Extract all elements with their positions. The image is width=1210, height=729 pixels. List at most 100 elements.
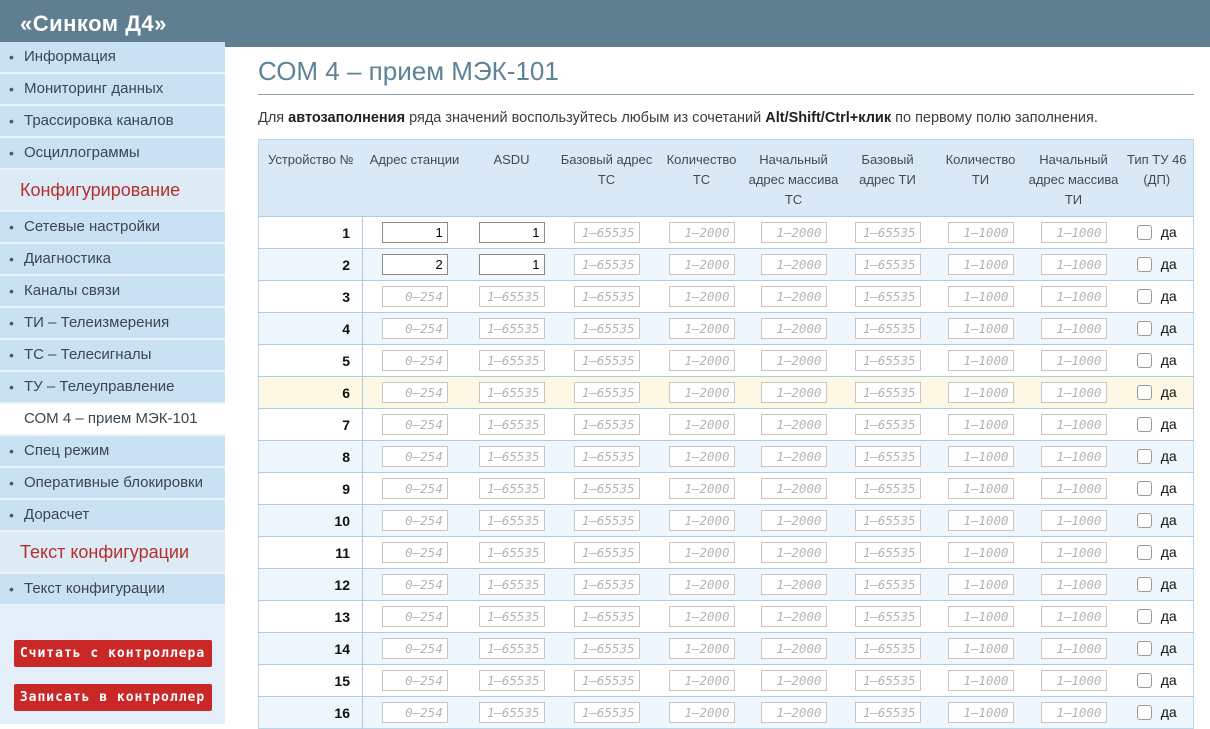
ts-array-start-input[interactable]	[760, 382, 827, 404]
ts-base-address-input[interactable]	[573, 350, 640, 372]
sidebar-item[interactable]: ТИ – Телеизмерения	[0, 308, 225, 340]
tu-type-checkbox[interactable]	[1136, 384, 1152, 400]
ti-base-address-input[interactable]	[854, 606, 921, 628]
ts-base-address-input[interactable]	[573, 542, 640, 564]
ts-count-input[interactable]	[668, 702, 735, 724]
ts-base-address-input[interactable]	[573, 574, 640, 596]
ti-base-address-input[interactable]	[854, 702, 921, 724]
ts-base-address-input[interactable]	[573, 382, 640, 404]
sidebar-item[interactable]: Оперативные блокировки	[0, 468, 225, 500]
station-address-input[interactable]	[381, 254, 448, 276]
ti-array-start-input[interactable]	[1040, 286, 1107, 308]
ti-base-address-input[interactable]	[854, 638, 921, 660]
ti-count-input[interactable]	[947, 478, 1014, 500]
asdu-input[interactable]	[478, 254, 545, 276]
ts-count-input[interactable]	[668, 414, 735, 436]
ts-array-start-input[interactable]	[760, 606, 827, 628]
ts-base-address-input[interactable]	[573, 254, 640, 276]
ts-array-start-input[interactable]	[760, 222, 827, 244]
station-address-input[interactable]	[381, 702, 448, 724]
ts-base-address-input[interactable]	[573, 446, 640, 468]
ti-count-input[interactable]	[947, 222, 1014, 244]
ts-array-start-input[interactable]	[760, 286, 827, 308]
ts-array-start-input[interactable]	[760, 638, 827, 660]
station-address-input[interactable]	[381, 510, 448, 532]
tu-type-checkbox[interactable]	[1136, 576, 1152, 592]
asdu-input[interactable]	[478, 286, 545, 308]
ti-array-start-input[interactable]	[1040, 510, 1107, 532]
asdu-input[interactable]	[478, 670, 545, 692]
asdu-input[interactable]	[478, 382, 545, 404]
sidebar-item[interactable]: Дорасчет	[0, 500, 225, 532]
ti-base-address-input[interactable]	[854, 350, 921, 372]
ti-base-address-input[interactable]	[854, 222, 921, 244]
sidebar-item[interactable]: Информация	[0, 42, 225, 74]
asdu-input[interactable]	[478, 446, 545, 468]
sidebar-item[interactable]: Каналы связи	[0, 276, 225, 308]
tu-type-checkbox[interactable]	[1136, 416, 1152, 432]
ti-count-input[interactable]	[947, 670, 1014, 692]
ti-base-address-input[interactable]	[854, 414, 921, 436]
ts-count-input[interactable]	[668, 670, 735, 692]
ts-base-address-input[interactable]	[573, 318, 640, 340]
tu-type-checkbox[interactable]	[1136, 288, 1152, 304]
sidebar-item[interactable]: ТУ – Телеуправление	[0, 372, 225, 404]
ti-base-address-input[interactable]	[854, 382, 921, 404]
sidebar-item[interactable]: Осциллограммы	[0, 138, 225, 170]
asdu-input[interactable]	[478, 414, 545, 436]
sidebar-item[interactable]: ТС – Телесигналы	[0, 340, 225, 372]
ti-count-input[interactable]	[947, 542, 1014, 564]
ts-array-start-input[interactable]	[760, 478, 827, 500]
ti-count-input[interactable]	[947, 414, 1014, 436]
ti-array-start-input[interactable]	[1040, 670, 1107, 692]
ti-count-input[interactable]	[947, 702, 1014, 724]
ts-array-start-input[interactable]	[760, 414, 827, 436]
ts-count-input[interactable]	[668, 638, 735, 660]
ts-count-input[interactable]	[668, 350, 735, 372]
station-address-input[interactable]	[381, 606, 448, 628]
sidebar-item[interactable]: Текст конфигурации	[0, 574, 225, 606]
ts-array-start-input[interactable]	[760, 702, 827, 724]
station-address-input[interactable]	[381, 350, 448, 372]
ts-base-address-input[interactable]	[573, 702, 640, 724]
ts-count-input[interactable]	[668, 510, 735, 532]
ts-count-input[interactable]	[668, 222, 735, 244]
ti-base-address-input[interactable]	[854, 574, 921, 596]
ti-count-input[interactable]	[947, 510, 1014, 532]
asdu-input[interactable]	[478, 702, 545, 724]
ti-array-start-input[interactable]	[1040, 574, 1107, 596]
ts-array-start-input[interactable]	[760, 670, 827, 692]
asdu-input[interactable]	[478, 478, 545, 500]
ts-base-address-input[interactable]	[573, 670, 640, 692]
station-address-input[interactable]	[381, 414, 448, 436]
ts-array-start-input[interactable]	[760, 350, 827, 372]
ti-base-address-input[interactable]	[854, 446, 921, 468]
ti-base-address-input[interactable]	[854, 478, 921, 500]
tu-type-checkbox[interactable]	[1136, 224, 1152, 240]
station-address-input[interactable]	[381, 478, 448, 500]
ti-count-input[interactable]	[947, 350, 1014, 372]
ti-count-input[interactable]	[947, 382, 1014, 404]
ti-count-input[interactable]	[947, 254, 1014, 276]
station-address-input[interactable]	[381, 670, 448, 692]
ts-array-start-input[interactable]	[760, 510, 827, 532]
ts-base-address-input[interactable]	[573, 222, 640, 244]
sidebar-item[interactable]: Мониторинг данных	[0, 74, 225, 106]
sidebar-item[interactable]: Трассировка каналов	[0, 106, 225, 138]
ts-array-start-input[interactable]	[760, 542, 827, 564]
asdu-input[interactable]	[478, 350, 545, 372]
tu-type-checkbox[interactable]	[1136, 608, 1152, 624]
ts-base-address-input[interactable]	[573, 286, 640, 308]
ti-count-input[interactable]	[947, 318, 1014, 340]
asdu-input[interactable]	[478, 510, 545, 532]
station-address-input[interactable]	[381, 638, 448, 660]
ts-base-address-input[interactable]	[573, 606, 640, 628]
tu-type-checkbox[interactable]	[1136, 640, 1152, 656]
ts-array-start-input[interactable]	[760, 574, 827, 596]
ti-count-input[interactable]	[947, 446, 1014, 468]
asdu-input[interactable]	[478, 542, 545, 564]
ti-array-start-input[interactable]	[1040, 222, 1107, 244]
sidebar-item[interactable]: Спец режим	[0, 436, 225, 468]
tu-type-checkbox[interactable]	[1136, 672, 1152, 688]
read-from-controller-button[interactable]: Считать с контроллера	[13, 640, 212, 667]
